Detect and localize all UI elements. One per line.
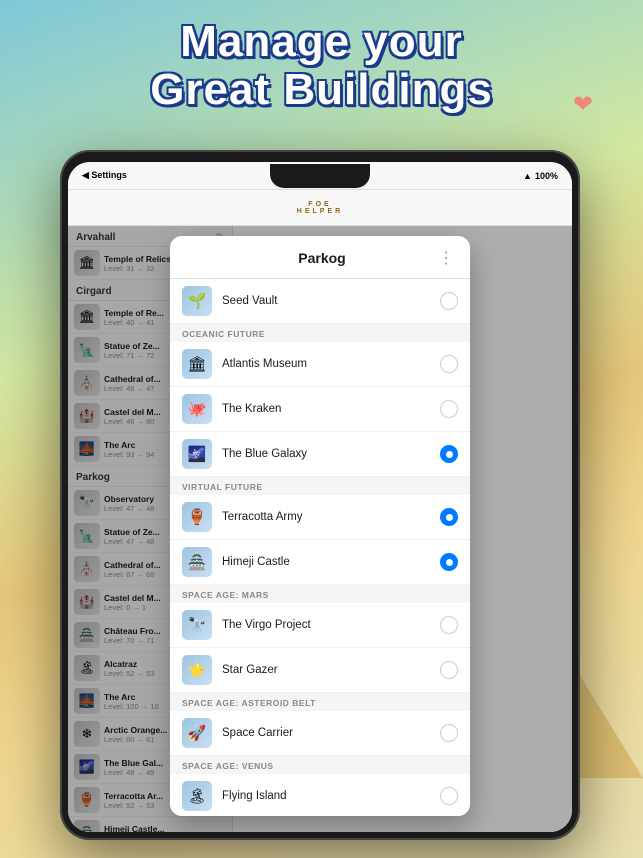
modal-header: Parkog ⋮ <box>170 236 470 279</box>
modal-overlay[interactable]: Parkog ⋮ 🌱 Seed Vault OCEANIC FUTURE 🏛 Atlan… <box>68 226 572 832</box>
modal-building-item[interactable]: 🏯 Himeji Castle <box>170 540 470 585</box>
modal-item-icon: 🌌 <box>182 439 212 469</box>
modal-radio-button[interactable] <box>440 661 458 679</box>
modal-item-icon: 🚀 <box>182 718 212 748</box>
modal-item-icon: 🔭 <box>182 610 212 640</box>
battery-display: 100% <box>535 171 558 181</box>
wifi-icon: ▲ <box>523 171 532 181</box>
modal-radio-button[interactable] <box>440 724 458 742</box>
modal-item-name: Terracotta Army <box>222 511 430 523</box>
modal-item-icon: 🏝 <box>182 781 212 811</box>
hero-section: Manage your Great Buildings <box>0 18 643 115</box>
modal-section-header: SPACE AGE: ASTEROID BELT <box>170 693 470 711</box>
modal-item-name: Atlantis Museum <box>222 358 430 370</box>
modal-radio-button[interactable] <box>440 616 458 634</box>
modal-item-icon: 🏛 <box>182 349 212 379</box>
device-frame: ◀ Settings 7:47 PM Fri Jul 21 ▲ 100% FoE… <box>60 150 580 840</box>
modal-radio-button[interactable] <box>440 553 458 571</box>
modal-building-item[interactable]: 🏝 Flying Island <box>170 774 470 816</box>
modal-building-item[interactable]: 🏛 Atlantis Museum <box>170 342 470 387</box>
top-nav: FoE HELPER <box>68 190 572 226</box>
modal-building-item[interactable]: 🐙 The Kraken <box>170 387 470 432</box>
modal-item-icon: ⭐ <box>182 655 212 685</box>
main-content: Arvahall⚙🏛Temple of RelicsLevel: 31 → 32… <box>68 226 572 832</box>
modal-building-item[interactable]: 🚀 Space Carrier <box>170 711 470 756</box>
device-screen: ◀ Settings 7:47 PM Fri Jul 21 ▲ 100% FoE… <box>68 162 572 832</box>
modal-title: Parkog <box>206 250 438 266</box>
modal-item-icon: 🏯 <box>182 547 212 577</box>
modal-radio-button[interactable] <box>440 400 458 418</box>
modal-building-item[interactable]: ⭐ Star Gazer <box>170 648 470 693</box>
camera-notch <box>270 164 370 188</box>
modal-item-name: The Blue Galaxy <box>222 448 430 460</box>
modal-item-name: The Virgo Project <box>222 619 430 631</box>
modal-item-name: Seed Vault <box>222 295 430 307</box>
settings-link[interactable]: ◀ Settings <box>82 170 127 181</box>
modal-section-header: OCEANIC FUTURE <box>170 324 470 342</box>
modal-radio-button[interactable] <box>440 355 458 373</box>
modal-item-name: Star Gazer <box>222 664 430 676</box>
modal-building-item[interactable]: 🌌 The Blue Galaxy <box>170 432 470 477</box>
modal-item-icon: 🐙 <box>182 394 212 424</box>
hero-title: Manage your Great Buildings <box>0 18 643 115</box>
modal-radio-button[interactable] <box>440 787 458 805</box>
modal-item-name: Himeji Castle <box>222 556 430 568</box>
modal-radio-button[interactable] <box>440 292 458 310</box>
modal-radio-button[interactable] <box>440 445 458 463</box>
modal-item-icon: 🏺 <box>182 502 212 532</box>
modal-item-name: Flying Island <box>222 790 430 802</box>
modal-item-name: The Kraken <box>222 403 430 415</box>
modal-item-icon: 🌱 <box>182 286 212 316</box>
modal-section-header: SPACE AGE: VENUS <box>170 756 470 774</box>
modal-building-item[interactable]: 🏺 Terracotta Army <box>170 495 470 540</box>
modal-building-item[interactable]: 🔭 The Virgo Project <box>170 603 470 648</box>
modal-scroll[interactable]: 🌱 Seed Vault OCEANIC FUTURE 🏛 Atlantis Museu… <box>170 279 470 816</box>
app-logo: FoE HELPER <box>297 201 343 215</box>
modal-section-header: VIRTUAL FUTURE <box>170 477 470 495</box>
modal-options-button[interactable]: ⋮ <box>438 248 454 268</box>
modal-item-name: Space Carrier <box>222 727 430 739</box>
modal-radio-button[interactable] <box>440 508 458 526</box>
modal-section-header: SPACE AGE: MARS <box>170 585 470 603</box>
parkog-modal: Parkog ⋮ 🌱 Seed Vault OCEANIC FUTURE 🏛 Atlan… <box>170 236 470 816</box>
modal-building-item[interactable]: 🌱 Seed Vault <box>170 279 470 324</box>
